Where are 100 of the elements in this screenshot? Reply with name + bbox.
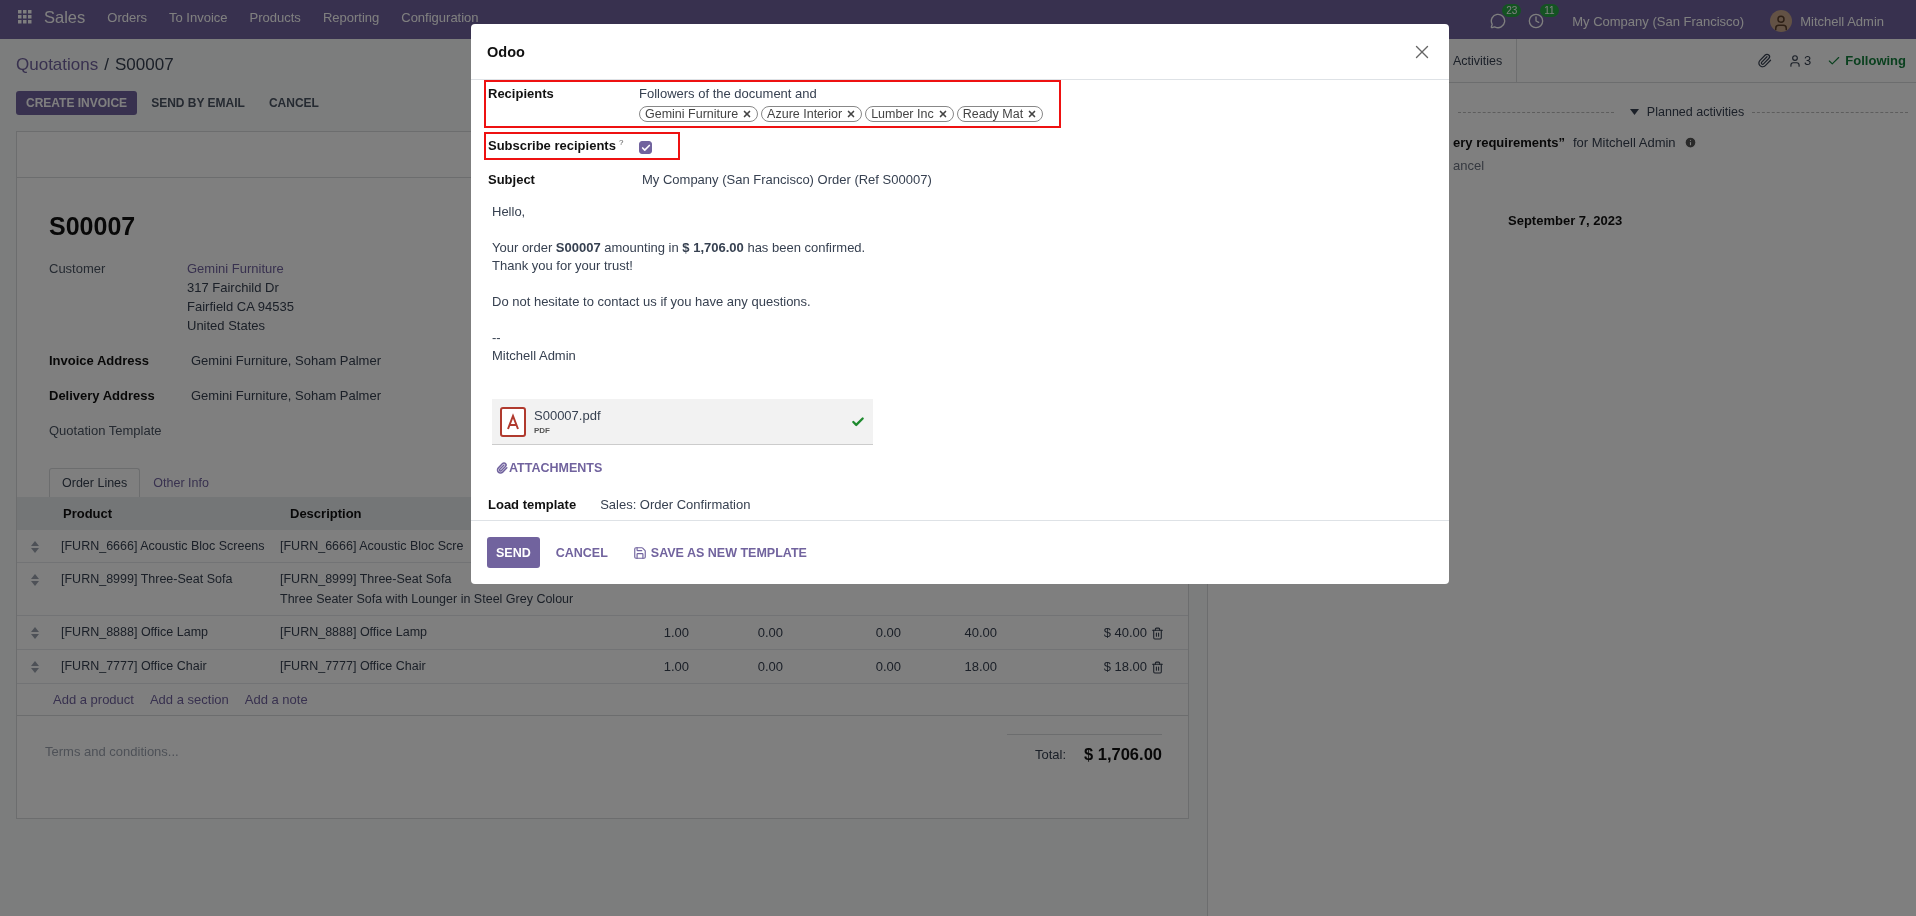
table-cell: 18.00: [964, 659, 997, 674]
menu-item[interactable]: Configuration: [401, 10, 479, 25]
table-cell: 0.00: [875, 659, 901, 674]
person-icon: [1788, 53, 1803, 68]
following-button[interactable]: Following: [1827, 53, 1906, 68]
activities-button[interactable]: Activities: [1453, 38, 1518, 83]
attachment-name[interactable]: S00007.pdf: [534, 408, 843, 423]
field-label: Subject: [488, 172, 536, 187]
tab[interactable]: Order Lines: [49, 468, 141, 497]
followers-button[interactable]: 3: [1788, 53, 1812, 68]
remove-icon[interactable]: [846, 109, 857, 119]
planned-activities-title: Planned activities: [1646, 105, 1745, 119]
column-header: Description: [290, 506, 362, 521]
drag-handle-icon[interactable]: [31, 627, 39, 639]
add-line-link[interactable]: Add a section: [149, 692, 229, 707]
recipients-text: Followers of the document and: [639, 86, 818, 101]
table-cell: [FURN_6666] Acoustic Bloc Scre: [280, 539, 464, 553]
activity-count-badge: 11: [1540, 4, 1559, 17]
table-cell-text: [FURN_8999] Three-Seat Sofa: [280, 572, 453, 586]
field-label: Recipients: [488, 86, 555, 101]
app-menu-icon[interactable]: [18, 10, 32, 24]
table-cell: 0.00: [757, 659, 783, 674]
add-line-link[interactable]: Add a note: [244, 692, 308, 707]
info-icon[interactable]: [1683, 136, 1697, 149]
table-cell: Three Seater Sofa with Lounger in Steel Grey Colour: [280, 592, 574, 606]
breadcrumb-separator: /: [104, 54, 109, 75]
message-count-badge: 23: [1502, 4, 1522, 17]
menu-item[interactable]: To Invoice: [169, 10, 228, 25]
field-value[interactable]: Gemini Furniture, Soham Palmer: [187, 388, 381, 403]
attachment-type: PDF: [534, 426, 551, 435]
menu-item[interactable]: Reporting: [322, 10, 380, 25]
message-line: Mitchell Admin: [492, 347, 577, 365]
attachments-button[interactable]: ATTACHMENTS: [496, 461, 603, 475]
menu-item[interactable]: Orders: [107, 10, 147, 25]
message-line: Hello,: [492, 203, 527, 221]
action-button[interactable]: SEND BY EMAIL: [141, 91, 255, 115]
add-line-link[interactable]: Add a product: [53, 692, 134, 707]
save-icon: [632, 545, 647, 560]
order-title: S00007: [49, 212, 136, 241]
paperclip-icon: [496, 462, 508, 474]
help-tooltip-mark[interactable]: ?: [618, 138, 624, 153]
breadcrumb-current: S00007: [114, 54, 174, 75]
table-cell: 40.00: [964, 625, 997, 640]
field-value[interactable]: Gemini Furniture, Soham Palmer: [187, 353, 381, 368]
cancel-button[interactable]: CANCEL: [555, 537, 608, 568]
subject-field[interactable]: My Company (San Francisco) Order (Ref S00007): [642, 172, 1432, 187]
table-cell-text: [FURN_6666] Acoustic Bloc Screens: [60, 539, 266, 553]
caret-icon[interactable]: [1629, 109, 1639, 115]
pdf-icon: [500, 406, 526, 437]
menu-item[interactable]: Products: [249, 10, 301, 25]
remove-icon[interactable]: [1027, 109, 1038, 119]
table-cell-text: [FURN_7777] Office Chair: [60, 659, 208, 673]
customer-link[interactable]: Gemini Furniture: [187, 261, 294, 276]
message-line: --: [492, 329, 502, 347]
field-label: Quotation Template: [49, 423, 163, 438]
date-separator: September 7, 2023: [1508, 213, 1624, 228]
table-cell-text: [FURN_8999] Three-Seat Sofa: [60, 572, 234, 586]
chat-icon[interactable]: [1490, 13, 1507, 29]
table-cell-text: [FURN_8888] Office Lamp: [60, 625, 210, 639]
field-label: Delivery Address: [49, 388, 156, 403]
cancel-link[interactable]: ancel: [1453, 158, 1916, 173]
save-template-button[interactable]: SAVE AS NEW TEMPLATE: [623, 537, 816, 568]
breadcrumb-link[interactable]: Quotations: [16, 54, 99, 75]
trash-icon[interactable]: [1151, 627, 1164, 640]
paperclip-icon[interactable]: [1757, 53, 1773, 68]
company-switcher[interactable]: My Company (San Francisco): [1572, 13, 1745, 29]
drag-handle-icon[interactable]: [31, 661, 39, 673]
total-label: Total:: [1034, 747, 1066, 762]
message-line: Your order S00007 amounting in $ 1,706.00 has been confirmed.: [492, 239, 867, 257]
field-label: Customer: [49, 261, 107, 278]
trash-icon[interactable]: [1151, 661, 1164, 674]
template-field[interactable]: Sales: Order Confirmation: [600, 497, 751, 512]
total-value: $ 1,706.00: [1084, 745, 1162, 764]
user-name[interactable]: Mitchell Admin: [1800, 13, 1884, 29]
table-cell: [FURN_8888] Office Lamp: [280, 625, 428, 639]
message-line: Do not hesitate to contact us if you have any questions.: [492, 293, 812, 311]
address-line: Fairfield CA 94535: [187, 299, 294, 314]
app-name[interactable]: Sales: [44, 8, 86, 27]
table-cell: 1.00: [663, 625, 689, 640]
table-cell: 1.00: [663, 659, 689, 674]
table-cell: 0.00: [757, 625, 783, 640]
action-button[interactable]: CANCEL: [258, 91, 329, 115]
table-cell: $ 40.00: [1103, 625, 1147, 640]
action-button[interactable]: CREATE INVOICE: [16, 91, 138, 115]
message-line: Thank you for your trust!: [492, 257, 634, 275]
table-cell: $ 18.00: [1103, 659, 1147, 674]
send-button[interactable]: SEND: [487, 537, 540, 568]
address-line: United States: [187, 318, 267, 333]
activity-assignee: for Mitchell Admin: [1573, 135, 1676, 150]
drag-handle-icon[interactable]: [31, 574, 39, 586]
subscribe-checkbox[interactable]: [639, 141, 652, 154]
clock-icon[interactable]: [1528, 13, 1545, 29]
activity-title: ery requirements”: [1453, 135, 1565, 150]
drag-handle-icon[interactable]: [31, 541, 39, 553]
remove-icon[interactable]: [937, 109, 948, 119]
table-cell: 0.00: [875, 625, 901, 640]
user-avatar[interactable]: [1770, 10, 1793, 32]
address-line: 317 Fairchild Dr: [187, 280, 280, 295]
remove-icon[interactable]: [742, 109, 753, 119]
column-header: Product: [63, 506, 113, 521]
